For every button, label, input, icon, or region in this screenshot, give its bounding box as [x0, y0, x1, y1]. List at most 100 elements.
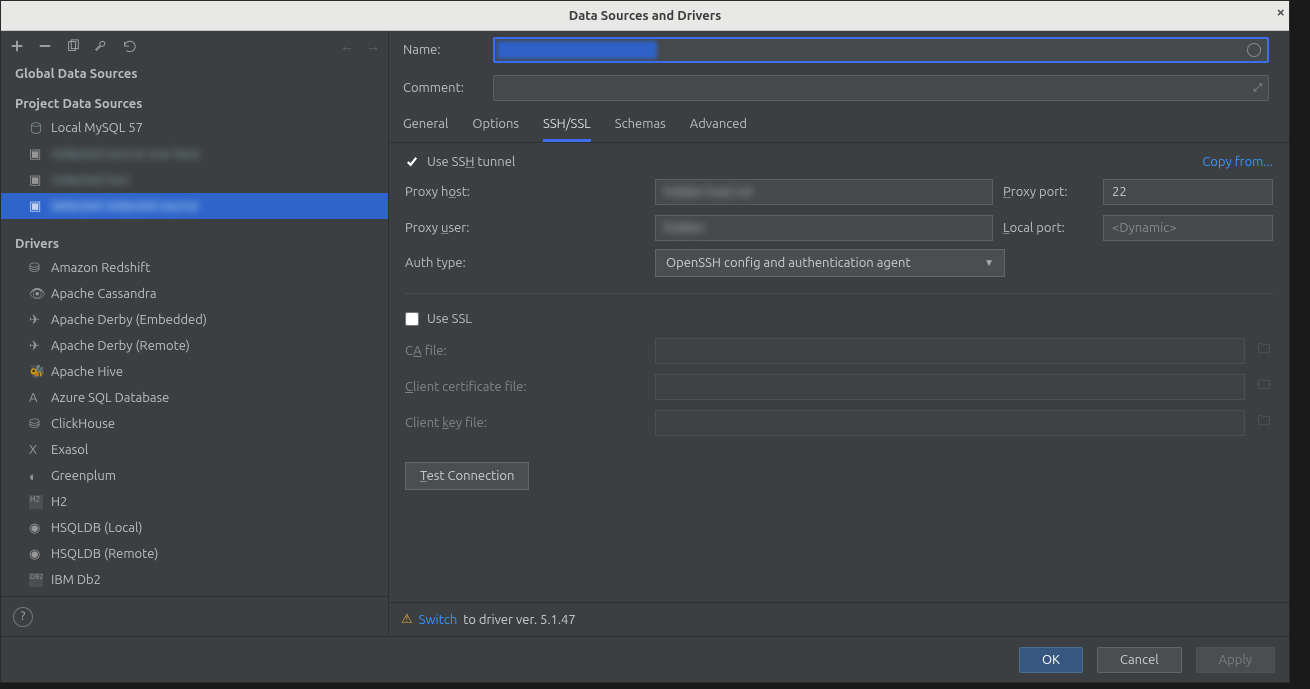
- driver-item[interactable]: ✈ Apache Derby (Embedded): [1, 307, 388, 333]
- use-ssh-checkbox[interactable]: [405, 155, 419, 169]
- tab-schemas[interactable]: Schemas: [615, 117, 666, 142]
- proxy-host-value: hidden host txt: [664, 185, 753, 199]
- data-source-label: Selected redacted source: [51, 199, 199, 213]
- driver-item[interactable]: H2H2: [1, 489, 388, 515]
- tab-ssh-ssl[interactable]: SSH/SSL: [543, 117, 591, 142]
- comment-input[interactable]: ⤢: [493, 75, 1269, 101]
- browse-folder-icon[interactable]: 🗀: [1255, 412, 1273, 434]
- driver-item[interactable]: AAzure SQL Database: [1, 385, 388, 411]
- client-key-label: Client key file:: [405, 416, 645, 430]
- revert-icon[interactable]: [121, 38, 137, 54]
- browse-folder-icon[interactable]: 🗀: [1255, 376, 1273, 398]
- driver-item[interactable]: DB2IBM Db2: [1, 567, 388, 593]
- driver-item[interactable]: DB2IBM Db2 (JTOpen): [1, 593, 388, 596]
- close-icon[interactable]: ×: [1277, 3, 1285, 20]
- dialog-footer: OK Cancel Apply: [1, 636, 1289, 682]
- add-icon[interactable]: [9, 38, 25, 54]
- database-icon: ▣: [29, 199, 43, 213]
- name-input[interactable]: [493, 37, 1269, 63]
- test-connection-button[interactable]: Test Connection: [405, 462, 529, 490]
- proxy-host-input[interactable]: hidden host txt: [655, 179, 993, 205]
- separator: [405, 293, 1273, 294]
- section-drivers-heading: Drivers: [1, 231, 388, 255]
- apply-button[interactable]: Apply: [1196, 647, 1275, 673]
- driver-label: Apache Derby (Embedded): [51, 313, 207, 327]
- driver-label: ClickHouse: [51, 417, 115, 431]
- client-key-input: [655, 410, 1245, 436]
- driver-icon: 👁: [29, 287, 43, 301]
- database-icon: ▣: [29, 147, 43, 161]
- title-bar: Data Sources and Drivers ×: [1, 1, 1289, 31]
- proxy-user-value: hidden: [664, 221, 704, 235]
- driver-item[interactable]: ⛁ ClickHouse: [1, 411, 388, 437]
- data-source-item[interactable]: ▣ Selected redacted source: [1, 193, 388, 219]
- help-icon[interactable]: ?: [13, 607, 33, 627]
- driver-item[interactable]: ◐Greenplum: [1, 463, 388, 489]
- driver-item[interactable]: 👁Apache Cassandra: [1, 281, 388, 307]
- driver-icon: ◉: [29, 547, 43, 561]
- data-source-item[interactable]: Local MySQL 57: [1, 115, 388, 141]
- driver-icon: 🐝: [29, 365, 43, 379]
- tab-options[interactable]: Options: [472, 117, 519, 142]
- help-area: ?: [1, 596, 388, 636]
- warning-icon: ⚠: [401, 612, 413, 627]
- chevron-down-icon: ▼: [984, 257, 994, 269]
- proxy-port-label: Proxy port:: [1003, 185, 1093, 199]
- drivers-list: ⛁Amazon Redshift 👁Apache Cassandra ✈Apac…: [1, 255, 388, 596]
- clear-icon[interactable]: [1247, 43, 1261, 57]
- driver-item[interactable]: 🐝Apache Hive: [1, 359, 388, 385]
- data-source-label: redacted two: [51, 173, 129, 187]
- data-source-label: redacted source one here: [51, 147, 200, 161]
- proxy-host-label: Proxy host:: [405, 185, 645, 199]
- driver-icon: ⛁: [29, 261, 43, 275]
- proxy-port-input[interactable]: 22: [1103, 179, 1273, 205]
- proxy-user-input[interactable]: hidden: [655, 215, 993, 241]
- copy-from-link[interactable]: Copy from...: [1202, 155, 1273, 169]
- cancel-button[interactable]: Cancel: [1097, 647, 1182, 673]
- section-global-heading: Global Data Sources: [1, 61, 388, 85]
- data-source-item[interactable]: ▣ redacted two: [1, 167, 388, 193]
- auth-type-select[interactable]: OpenSSH config and authentication agent …: [655, 249, 1005, 277]
- local-port-placeholder: <Dynamic>: [1112, 221, 1177, 235]
- driver-item[interactable]: ◉HSQLDB (Remote): [1, 541, 388, 567]
- local-port-input[interactable]: <Dynamic>: [1103, 215, 1273, 241]
- right-panel: Name: Comment: ⤢ General Options SSH/SSL…: [389, 31, 1289, 636]
- auth-type-value: OpenSSH config and authentication agent: [666, 256, 911, 270]
- driver-icon: ◉: [29, 521, 43, 535]
- use-ssh-label: Use SSH tunnel: [427, 155, 515, 169]
- forward-arrow-icon[interactable]: →: [366, 38, 380, 54]
- driver-icon: H2: [29, 495, 43, 509]
- copy-icon[interactable]: [65, 38, 81, 54]
- driver-icon: DB2: [29, 573, 43, 587]
- window-title: Data Sources and Drivers: [569, 9, 722, 23]
- data-source-item[interactable]: ▣ redacted source one here: [1, 141, 388, 167]
- ca-file-label: CA file:: [405, 344, 645, 358]
- data-sources-list: Local MySQL 57 ▣ redacted source one her…: [1, 115, 388, 219]
- database-icon: [29, 121, 43, 135]
- switch-link[interactable]: Switch: [419, 613, 458, 627]
- driver-label: Exasol: [51, 443, 88, 457]
- left-toolbar: ← →: [1, 31, 388, 61]
- name-value-redacted: [497, 41, 657, 59]
- expand-icon[interactable]: ⤢: [1253, 82, 1262, 95]
- driver-item[interactable]: ⛁Amazon Redshift: [1, 255, 388, 281]
- left-panel: ← → Global Data Sources Project Data Sou…: [1, 31, 389, 636]
- auth-type-label: Auth type:: [405, 256, 645, 270]
- driver-item[interactable]: XExasol: [1, 437, 388, 463]
- tab-advanced[interactable]: Advanced: [690, 117, 747, 142]
- tabs: General Options SSH/SSL Schemas Advanced: [389, 107, 1289, 143]
- use-ssl-checkbox[interactable]: [405, 312, 419, 326]
- data-source-label: Local MySQL 57: [51, 121, 143, 135]
- tab-general[interactable]: General: [403, 117, 448, 142]
- driver-icon: ✈: [29, 313, 43, 327]
- driver-item[interactable]: ✈Apache Derby (Remote): [1, 333, 388, 359]
- driver-icon: ⛁: [29, 417, 43, 431]
- ok-button[interactable]: OK: [1019, 647, 1083, 673]
- use-ssl-label: Use SSL: [427, 312, 472, 326]
- wrench-icon[interactable]: [93, 38, 109, 54]
- back-arrow-icon[interactable]: ←: [340, 38, 354, 54]
- browse-folder-icon[interactable]: 🗀: [1255, 340, 1273, 362]
- remove-icon[interactable]: [37, 38, 53, 54]
- driver-item[interactable]: ◉HSQLDB (Local): [1, 515, 388, 541]
- driver-label: Greenplum: [51, 469, 116, 483]
